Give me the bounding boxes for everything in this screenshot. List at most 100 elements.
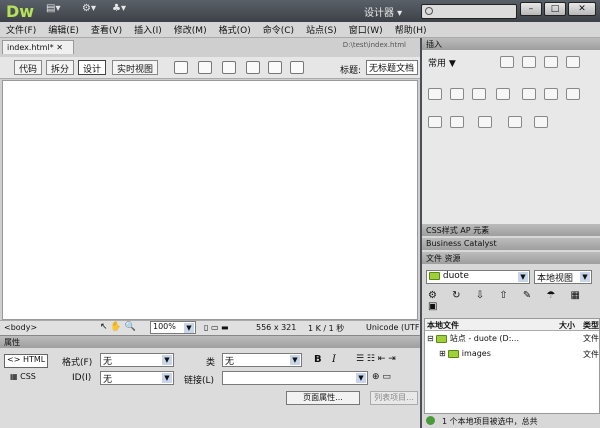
col-type[interactable]: 类型 xyxy=(583,320,599,331)
ap-elements-tab[interactable]: AP 元素 xyxy=(460,226,489,235)
table-icon[interactable] xyxy=(566,56,580,68)
assets-tab[interactable]: 资源 xyxy=(445,254,461,263)
close-button[interactable]: ✕ xyxy=(568,2,596,16)
class-select[interactable]: 无 ▼ xyxy=(222,353,302,367)
close-tab-icon[interactable]: ✕ xyxy=(56,43,63,52)
preview-browser-icon[interactable] xyxy=(198,61,212,74)
named-anchor-icon[interactable] xyxy=(544,56,558,68)
files-status: 1 个本地项目被选中，总共 xyxy=(422,414,600,428)
head-icon[interactable] xyxy=(566,88,580,100)
format-label: 格式(F) xyxy=(62,358,93,368)
business-catalyst-header[interactable]: Business Catalyst xyxy=(422,238,600,250)
workspace-switcher[interactable]: 设计器 ▾ xyxy=(364,4,402,19)
div-icon[interactable] xyxy=(428,88,442,100)
comment-icon[interactable] xyxy=(544,88,558,100)
site-manager-icon[interactable]: ♣▾ xyxy=(112,3,126,19)
chevron-down-icon: ▼ xyxy=(580,272,590,282)
select-tool-icon[interactable]: ↖ ✋ 🔍 xyxy=(100,322,136,332)
title-input[interactable]: 无标题文档 xyxy=(366,60,418,75)
css-label: CSS xyxy=(20,372,36,381)
site-select[interactable]: duote ▼ xyxy=(426,270,530,284)
menu-file[interactable]: 文件(F) xyxy=(6,23,36,36)
list-indent-icons[interactable]: ☰ ☷ ⇤ ⇥ xyxy=(356,354,396,364)
date-icon[interactable] xyxy=(496,88,510,100)
files-toolbar[interactable]: ⚙ ↻ ⇩ ⇧ ✎ ☂ ▦ ▣ xyxy=(428,290,600,312)
menu-help[interactable]: 帮助(H) xyxy=(395,23,427,36)
format-select[interactable]: 无 ▼ xyxy=(100,353,174,367)
minimize-button[interactable]: – xyxy=(520,2,542,16)
site-row[interactable]: ⊟ 站点 - duote (D:... xyxy=(427,333,519,344)
col-local[interactable]: 本地文件 xyxy=(427,320,459,331)
layout-menu-icon[interactable]: ▤▾ xyxy=(46,3,60,19)
extend-gear-icon[interactable]: ⚙▾ xyxy=(82,3,96,19)
files-tab[interactable]: 文件 xyxy=(426,254,442,263)
tag-chooser-icon[interactable] xyxy=(478,116,492,128)
chevron-down-icon: ▼ xyxy=(518,272,528,282)
widget-icon[interactable] xyxy=(508,116,522,128)
link-input[interactable]: ▼ xyxy=(222,371,368,385)
search-icon xyxy=(425,7,433,15)
search-box[interactable] xyxy=(421,4,517,19)
split-view-button[interactable]: 拆分 xyxy=(46,60,75,75)
design-view-button[interactable]: 设计 xyxy=(78,60,107,75)
menu-site[interactable]: 站点(S) xyxy=(306,23,337,36)
col-size[interactable]: 大小 xyxy=(559,320,575,331)
italic-button[interactable]: I xyxy=(332,354,336,365)
insert-category-select[interactable]: 常用 ▼ xyxy=(428,56,456,69)
site-row-type: 文件 xyxy=(583,334,599,343)
zoom-select[interactable]: 100% ▼ xyxy=(150,321,196,334)
image-icon[interactable] xyxy=(450,88,464,100)
format-value: 无 xyxy=(103,357,113,367)
images-row[interactable]: ⊞ images xyxy=(439,349,491,358)
bold-button[interactable]: B xyxy=(314,354,322,365)
css-mode-button[interactable]: ▦ CSS xyxy=(10,372,36,381)
title-bar: Dw ▤▾ ⚙▾ ♣▾ 设计器 ▾ – □ ✕ xyxy=(0,0,600,22)
refresh-icon[interactable] xyxy=(290,61,304,74)
menu-window[interactable]: 窗口(W) xyxy=(349,23,383,36)
server-include-icon[interactable] xyxy=(522,88,536,100)
menu-commands[interactable]: 命令(C) xyxy=(263,23,294,36)
dw-logo: Dw xyxy=(6,2,35,21)
chevron-down-icon: ▼ xyxy=(356,373,366,383)
id-label: ID(I) xyxy=(72,373,92,383)
class-value: 无 xyxy=(225,357,235,367)
html-mode-button[interactable]: <> HTML xyxy=(4,354,48,368)
check-browser-icon[interactable] xyxy=(246,61,260,74)
spry-icon[interactable] xyxy=(534,116,548,128)
search-input[interactable] xyxy=(436,5,516,18)
menu-modify[interactable]: 修改(M) xyxy=(174,23,207,36)
hyperlink-icon[interactable] xyxy=(500,56,514,68)
document-path: D:\test\index.html xyxy=(342,41,406,49)
menu-format[interactable]: 格式(O) xyxy=(219,23,251,36)
menu-view[interactable]: 查看(V) xyxy=(91,23,122,36)
file-tree: 本地文件 大小 类型 ⊟ 站点 - duote (D:... 文件 ⊞ imag… xyxy=(424,318,600,414)
id-value: 无 xyxy=(103,375,113,385)
document-tab[interactable]: index.html* ✕ xyxy=(2,40,74,54)
code-view-button[interactable]: 代码 xyxy=(14,60,43,75)
menu-insert[interactable]: 插入(I) xyxy=(134,23,162,36)
view-select[interactable]: 本地视图 ▼ xyxy=(534,270,592,284)
page-properties-button[interactable]: 页面属性... xyxy=(286,391,360,405)
css-styles-tab[interactable]: CSS样式 xyxy=(426,226,458,235)
email-link-icon[interactable] xyxy=(522,56,536,68)
id-select[interactable]: 无 ▼ xyxy=(100,371,174,385)
window-size-icons[interactable]: ▯ ▭ ▬ xyxy=(204,323,229,332)
insert-panel-header[interactable]: 插入 xyxy=(422,38,600,50)
visual-aids-icon[interactable] xyxy=(268,61,282,74)
tag-selector[interactable]: <body> xyxy=(4,323,37,332)
script-icon[interactable] xyxy=(428,116,442,128)
menu-edit[interactable]: 编辑(E) xyxy=(48,23,79,36)
images-label: images xyxy=(461,349,491,358)
files-panel-header: 文件 资源 xyxy=(422,252,600,264)
live-view-button[interactable]: 实时视图 xyxy=(112,60,159,75)
media-icon[interactable] xyxy=(472,88,486,100)
window-size-label[interactable]: 556 x 321 xyxy=(256,323,296,332)
template-icon[interactable] xyxy=(450,116,464,128)
list-item-button[interactable]: 列表项目... xyxy=(370,391,418,405)
file-management-icon[interactable] xyxy=(222,61,236,74)
chevron-down-icon: ▼ xyxy=(162,373,172,383)
point-to-file-icon[interactable]: ⊕ ▭ xyxy=(372,372,391,382)
maximize-button[interactable]: □ xyxy=(544,2,566,16)
multiscreen-icon[interactable] xyxy=(174,61,188,74)
design-canvas[interactable] xyxy=(2,80,418,320)
